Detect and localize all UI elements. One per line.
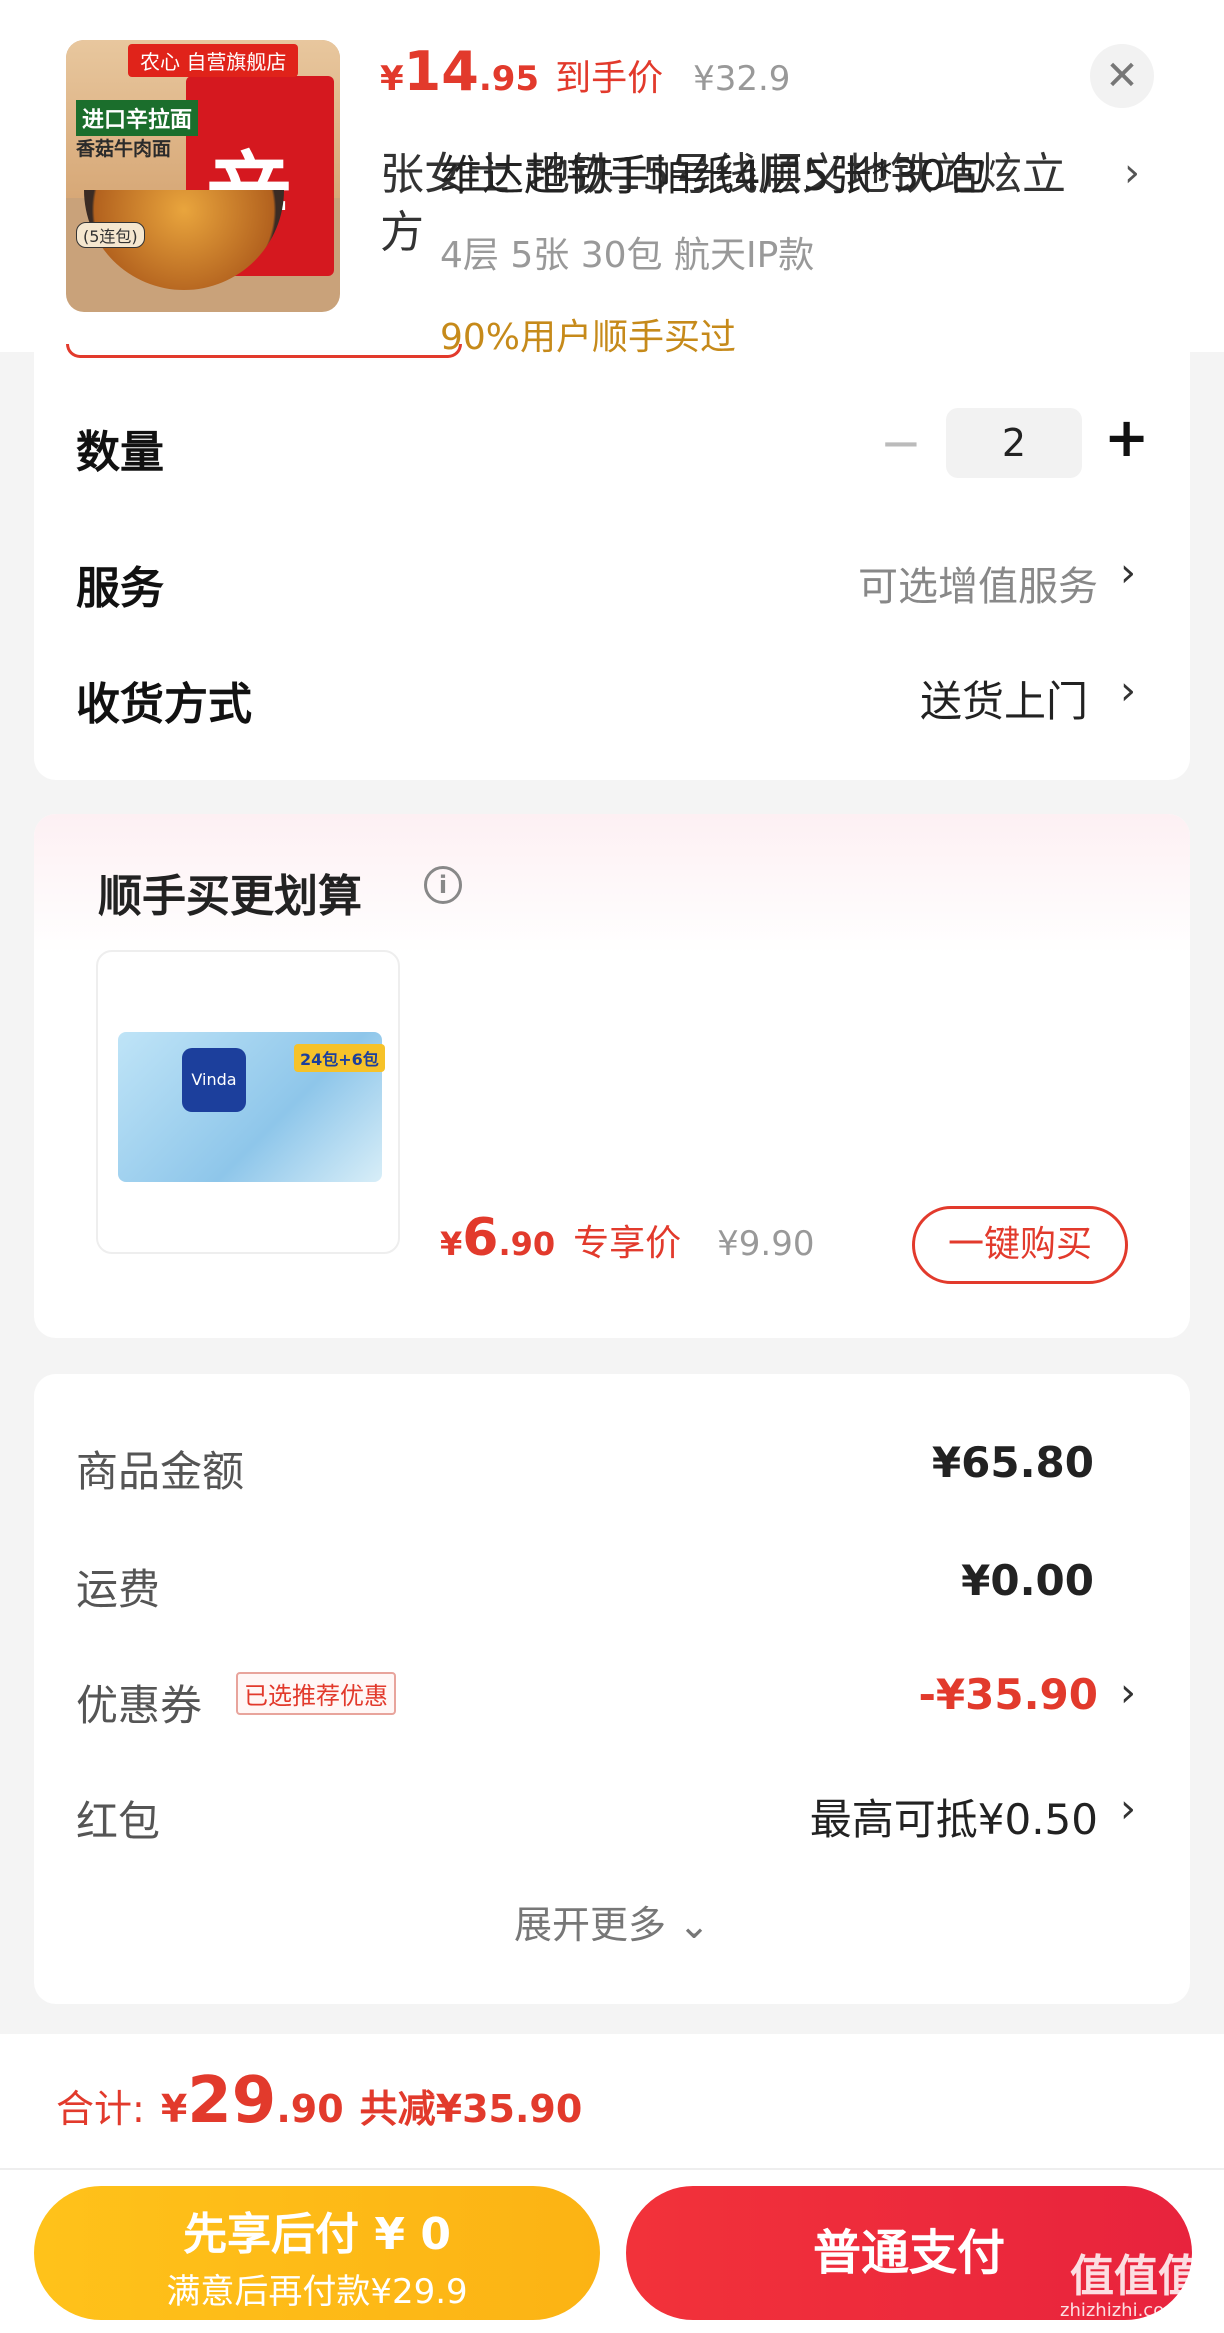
thumb-label-pack: (5连包) [76, 222, 145, 248]
total-bar: 合计: ¥ 29 .90 共减¥35.90 [0, 2034, 1224, 2170]
expand-more-button[interactable]: 展开更多 ⌄ [0, 1894, 1224, 1949]
coupon-value[interactable]: -¥35.90 [918, 1670, 1098, 1719]
total-amount: 合计: ¥ 29 .90 共减¥35.90 [56, 2064, 582, 2138]
upsell-original-price: ¥9.90 [717, 1224, 815, 1264]
price-integer: 14 [403, 40, 479, 103]
selected-spec-outline [66, 344, 462, 358]
service-label: 服务 [76, 563, 164, 614]
upsell-product-image[interactable]: Vinda 24包+6包 [96, 950, 400, 1254]
price-currency: ¥ [380, 59, 404, 99]
upsell-price-integer: 6 [462, 1208, 499, 1268]
brand-logo: Vinda [182, 1048, 246, 1112]
delivery-method-value[interactable]: 送货上门 [920, 668, 1088, 729]
plus-icon[interactable]: + [1104, 406, 1149, 469]
total-currency: ¥ [160, 2087, 188, 2131]
total-decimal: .90 [276, 2087, 344, 2131]
shipping-value: ¥0.00 [961, 1556, 1094, 1605]
upsell-price-decimal: .90 [498, 1225, 556, 1263]
chevron-right-icon[interactable]: › [1120, 1670, 1136, 1716]
product-thumbnail: 辛 农心 自营旗舰店 进口辛拉面 香菇牛肉面 (5连包) [66, 40, 340, 312]
minus-icon[interactable]: − [880, 414, 922, 472]
upsell-price-currency: ¥ [440, 1225, 463, 1263]
total-integer: 29 [187, 2064, 277, 2138]
pay-later-subtitle: 满意后再付款¥29.9 [166, 2272, 468, 2312]
store-badge: 农心 自营旗舰店 [128, 44, 299, 77]
shipping-label: 运费 [76, 1565, 161, 1614]
goods-amount-label: 商品金额 [76, 1447, 245, 1496]
pay-later-title: 先享后付 ¥ 0 [183, 2209, 451, 2260]
price-tag: 到手价 [555, 58, 664, 99]
pack-tag: 24包+6包 [294, 1044, 385, 1072]
price-decimal: .95 [478, 59, 540, 99]
watermark-url: zhizhizhi.com [1060, 2300, 1182, 2321]
red-packet-value[interactable]: 最高可抵¥0.50 [810, 1786, 1098, 1847]
chevron-right-icon[interactable]: › [1120, 1786, 1136, 1832]
watermark: 值值值 [1070, 2251, 1202, 2302]
pay-later-button[interactable]: 先享后付 ¥ 0 满意后再付款¥29.9 [34, 2186, 600, 2320]
close-button[interactable]: ✕ [1090, 44, 1154, 108]
delivery-method-label: 收货方式 [76, 679, 252, 730]
chevron-right-icon[interactable]: › [1124, 150, 1140, 196]
thumb-label-flavor: 香菇牛肉面 [76, 138, 172, 160]
thumb-label-imported: 进口辛拉面 [76, 100, 199, 136]
upsell-price: ¥ 6 .90 专享价 ¥9.90 [440, 1208, 815, 1268]
service-value[interactable]: 可选增值服务 [858, 554, 1098, 612]
upsell-title: 顺手买更划算 [98, 871, 362, 922]
original-price: ¥32.9 [693, 59, 791, 99]
product-price: ¥ 14 .95 到手价 ¥32.9 [380, 40, 790, 103]
one-click-buy-button[interactable]: 一键购买 [912, 1206, 1128, 1284]
goods-amount-value: ¥65.80 [931, 1438, 1094, 1487]
chevron-right-icon[interactable]: › [1120, 668, 1136, 714]
upsell-product-spec: 4层 5张 30包 航天IP款 [440, 235, 815, 276]
coupon-badge: 已选推荐优惠 [236, 1672, 396, 1715]
upsell-product-name[interactable]: 维达超韧手帕纸4层5张*30包 [440, 142, 988, 203]
quantity-input[interactable]: 2 [946, 408, 1082, 478]
red-packet-label: 红包 [76, 1797, 161, 1846]
total-saving: 共减¥35.90 [359, 2087, 583, 2131]
info-icon[interactable]: i [424, 866, 462, 904]
upsell-social-proof: 90%用户顺手买过 [440, 317, 737, 358]
total-label: 合计: [56, 2087, 145, 2131]
upsell-price-tag: 专享价 [573, 1223, 682, 1264]
quantity-label: 数量 [76, 427, 164, 478]
coupon-label: 优惠券 [76, 1681, 203, 1730]
chevron-right-icon[interactable]: › [1120, 550, 1136, 596]
